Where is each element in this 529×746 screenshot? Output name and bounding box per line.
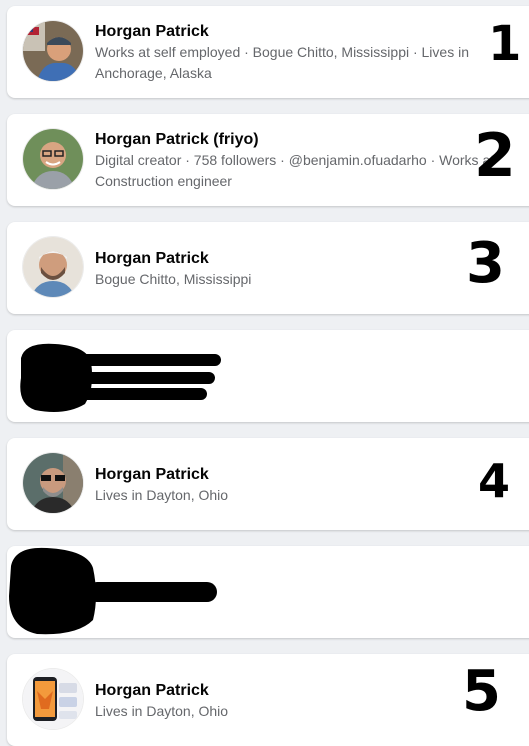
- profile-name[interactable]: Horgan Patrick: [95, 682, 209, 700]
- profile-details: Lives in Dayton, Ohio: [95, 487, 229, 503]
- result-card-3[interactable]: Horgan Patrick Bogue Chitto, Mississippi: [7, 222, 529, 314]
- profile-avatar[interactable]: [23, 669, 83, 729]
- profile-avatar[interactable]: [23, 237, 83, 297]
- result-card-5[interactable]: Horgan Patrick Lives in Dayton, Ohio: [7, 654, 529, 746]
- profile-details: Works at self employed · Bogue Chitto, M…: [95, 44, 469, 81]
- profile-details: Digital creator · 758 followers · @benja…: [95, 152, 495, 189]
- profile-avatar[interactable]: [23, 453, 83, 513]
- redacted-result-card: [7, 330, 529, 422]
- redaction-scribble: [20, 343, 221, 412]
- annotation-number: 4: [478, 454, 511, 508]
- redacted-result-card: [7, 546, 529, 638]
- result-card-1[interactable]: Horgan Patrick Works at self employed · …: [7, 6, 529, 98]
- result-card-2[interactable]: Horgan Patrick (friyo) Digital creator ·…: [7, 114, 529, 206]
- annotation-number: 5: [462, 659, 501, 724]
- profile-name[interactable]: Horgan Patrick: [95, 466, 209, 484]
- annotation-number: 1: [488, 16, 522, 72]
- profile-name[interactable]: Horgan Patrick (friyo): [95, 131, 259, 149]
- profile-details: Bogue Chitto, Mississippi: [95, 271, 252, 287]
- profile-name[interactable]: Horgan Patrick: [95, 23, 209, 41]
- annotation-number: 3: [466, 231, 505, 296]
- profile-avatar[interactable]: [23, 129, 83, 189]
- profile-avatar[interactable]: [23, 21, 83, 81]
- redaction-scribble: [9, 547, 217, 635]
- result-card-4[interactable]: Horgan Patrick Lives in Dayton, Ohio: [7, 438, 529, 530]
- annotation-number: 2: [474, 121, 516, 191]
- profile-details: Lives in Dayton, Ohio: [95, 703, 229, 719]
- profile-name[interactable]: Horgan Patrick: [95, 250, 209, 268]
